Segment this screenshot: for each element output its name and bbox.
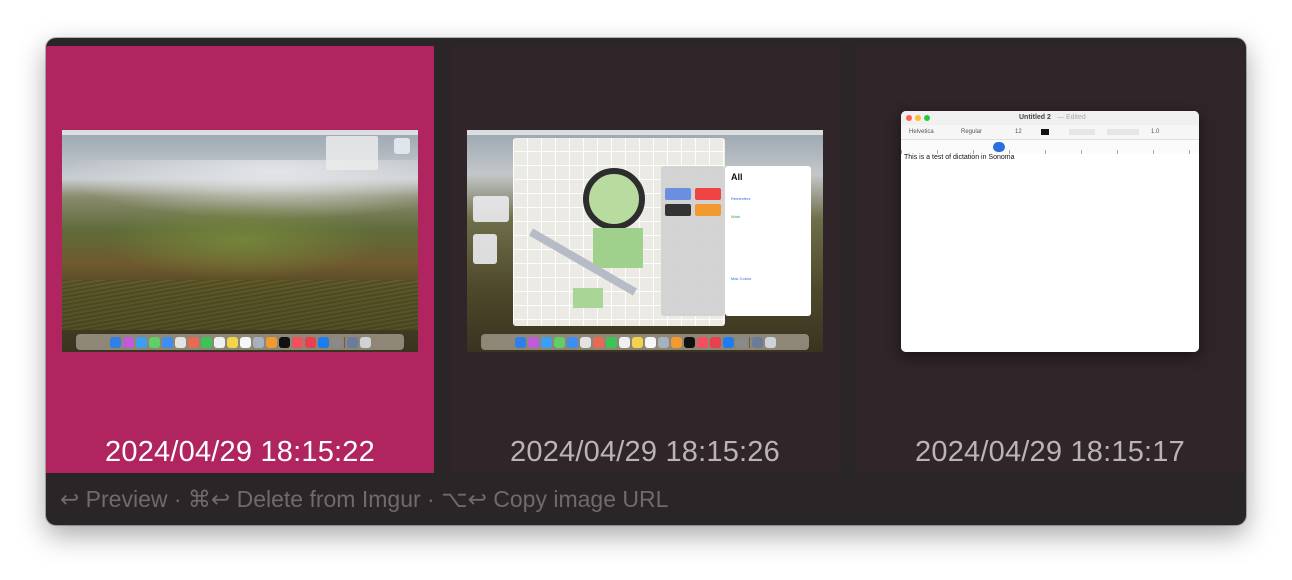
- separator: ·: [427, 486, 435, 512]
- screenshot-thumbnail: Untitled 2 — Edited Helvetica Regular 12…: [901, 111, 1199, 352]
- line-spacing: 1.0: [1151, 129, 1160, 135]
- upload-item-2[interactable]: All Reminders Work Mac Colors 2024/04/29…: [451, 46, 839, 473]
- font-style: Regular: [961, 129, 983, 135]
- upload-date: 2024/04/29 18:15:17: [915, 436, 1185, 468]
- screenshot-thumbnail: All Reminders Work Mac Colors: [467, 130, 823, 352]
- screenshot-thumbnail: [62, 130, 418, 352]
- upload-date: 2024/04/29 18:15:22: [105, 436, 375, 468]
- document-text: This is a test of dictation in Sonoma: [904, 154, 1015, 161]
- reminders-section: Reminders: [731, 196, 751, 201]
- upload-item-1[interactable]: 2024/04/29 18:15:22: [46, 46, 434, 473]
- action-hints: ↩ Preview · ⌘↩ Delete from Imgur · ⌥↩ Co…: [60, 486, 668, 513]
- textedit-edited: — Edited: [1057, 114, 1086, 121]
- separator: ·: [173, 486, 182, 512]
- delete-hint: ⌘↩ Delete from Imgur: [187, 486, 421, 512]
- reminders-list-title: All: [731, 172, 743, 182]
- textedit-title: Untitled 2: [1019, 114, 1051, 121]
- upload-date: 2024/04/29 18:15:26: [510, 436, 780, 468]
- upload-item-3[interactable]: Untitled 2 — Edited Helvetica Regular 12…: [856, 46, 1244, 473]
- copy-url-hint: ⌥↩ Copy image URL: [441, 486, 669, 512]
- font-name: Helvetica: [909, 129, 934, 135]
- work-section: Work: [731, 214, 741, 219]
- imgur-uploads-window: 2024/04/29 18:15:22 All Reminders Work M…: [46, 38, 1246, 525]
- mac-colors-section: Mac Colors: [731, 276, 752, 281]
- preview-hint: ↩ Preview: [60, 486, 168, 512]
- font-size: 12: [1015, 129, 1022, 135]
